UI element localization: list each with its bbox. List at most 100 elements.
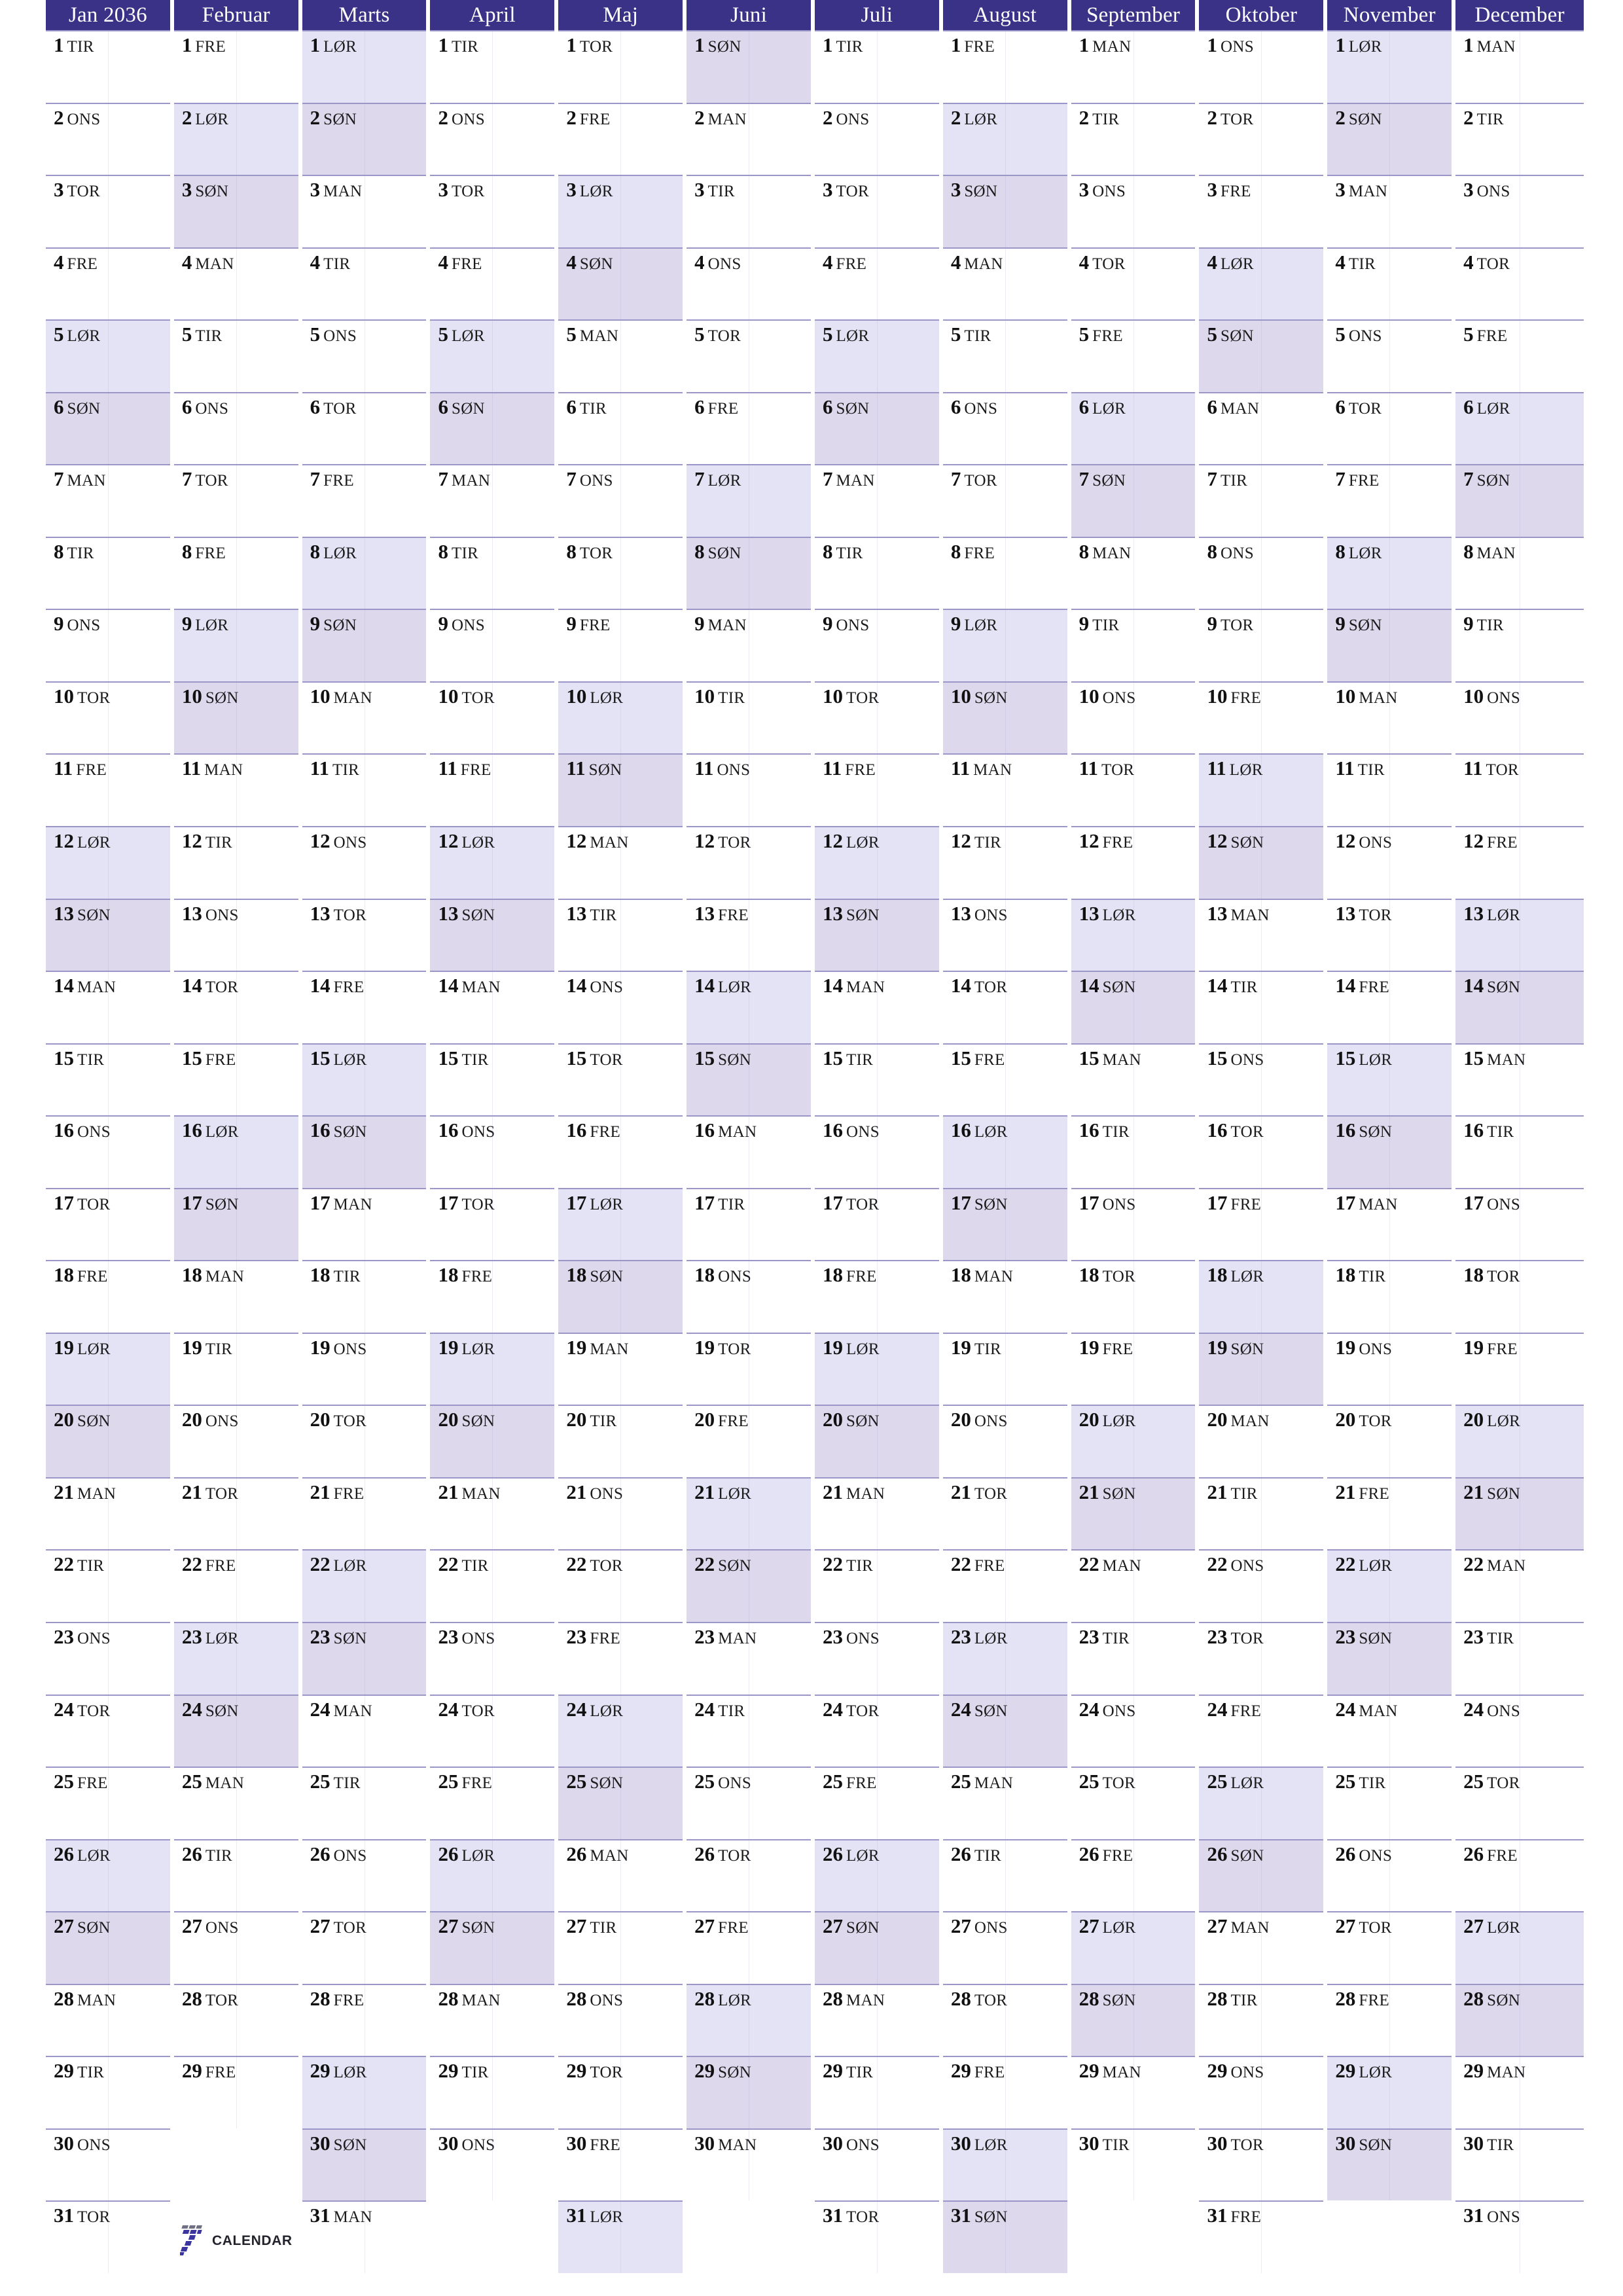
month-header[interactable]: Februar: [173, 0, 302, 30]
day-cell[interactable]: 15 ONS: [1199, 1043, 1324, 1116]
day-cell[interactable]: 21 FRE: [302, 1477, 427, 1550]
day-cell[interactable]: 2 FRE: [558, 102, 683, 175]
day-cell[interactable]: 20 SØN: [430, 1405, 555, 1477]
day-cell[interactable]: 18 MAN: [173, 1260, 298, 1333]
day-cell[interactable]: 14 FRE: [1327, 971, 1452, 1043]
day-cell[interactable]: 27 ONS: [173, 1911, 298, 1984]
day-cell[interactable]: 27 FRE: [687, 1911, 811, 1984]
day-cell[interactable]: 13 FRE: [687, 898, 811, 971]
day-cell[interactable]: 25 ONS: [687, 1767, 811, 1839]
day-cell[interactable]: 7 FRE: [302, 464, 427, 537]
day-cell[interactable]: 5 LØR: [46, 319, 170, 392]
day-cell[interactable]: 12 ONS: [1327, 826, 1452, 899]
day-cell[interactable]: 24 LØR: [558, 1694, 683, 1767]
day-cell[interactable]: 4 SØN: [558, 247, 683, 320]
day-cell[interactable]: 1 FRE: [942, 30, 1067, 103]
day-cell[interactable]: 17 TOR: [430, 1187, 555, 1261]
day-cell[interactable]: 1 MAN: [1455, 30, 1584, 103]
day-cell[interactable]: 30 MAN: [687, 2128, 811, 2201]
day-cell[interactable]: 2 SØN: [302, 102, 427, 175]
day-cell[interactable]: 20 TOR: [302, 1405, 427, 1477]
day-cell[interactable]: 3 SØN: [942, 175, 1067, 247]
day-cell[interactable]: 2 LØR: [173, 102, 298, 175]
day-cell[interactable]: 21 TIR: [1199, 1477, 1324, 1550]
month-header[interactable]: August: [942, 0, 1071, 30]
day-cell[interactable]: 26 LØR: [46, 1839, 170, 1912]
day-cell[interactable]: 3 TOR: [430, 175, 555, 247]
day-cell[interactable]: 17 TOR: [814, 1187, 939, 1261]
day-cell[interactable]: 14 TOR: [173, 971, 298, 1043]
day-cell[interactable]: 29 MAN: [1071, 2056, 1196, 2128]
day-cell[interactable]: 3 SØN: [173, 175, 298, 247]
day-cell[interactable]: 23 TIR: [1455, 1622, 1584, 1695]
day-cell[interactable]: 31 LØR: [558, 2200, 683, 2273]
day-cell[interactable]: 6 LØR: [1455, 391, 1584, 465]
day-cell[interactable]: 14 MAN: [46, 971, 170, 1043]
day-cell[interactable]: 5 ONS: [1327, 319, 1452, 392]
day-cell[interactable]: 28 LØR: [687, 1983, 811, 2056]
day-cell[interactable]: 17 ONS: [1071, 1187, 1196, 1261]
day-cell[interactable]: 7 MAN: [814, 464, 939, 537]
day-cell[interactable]: 3 ONS: [1071, 175, 1196, 247]
day-cell[interactable]: 24 SØN: [942, 1694, 1067, 1767]
day-cell[interactable]: 13 SØN: [430, 898, 555, 971]
day-cell[interactable]: 4 ONS: [687, 247, 811, 320]
day-cell[interactable]: 11 ONS: [687, 753, 811, 827]
day-cell[interactable]: 28 SØN: [1071, 1983, 1196, 2056]
day-cell[interactable]: 17 TOR: [46, 1187, 170, 1261]
day-cell[interactable]: 12 TIR: [942, 826, 1067, 899]
day-cell[interactable]: 12 FRE: [1071, 826, 1196, 899]
day-cell[interactable]: 15 SØN: [687, 1043, 811, 1116]
day-cell[interactable]: 3 FRE: [1199, 175, 1324, 247]
day-cell[interactable]: 22 TOR: [558, 1549, 683, 1623]
day-cell[interactable]: 7 TOR: [942, 464, 1067, 537]
day-cell[interactable]: 5 LØR: [430, 319, 555, 392]
day-cell[interactable]: 22 SØN: [687, 1549, 811, 1623]
day-cell[interactable]: 4 TIR: [1327, 247, 1452, 320]
day-cell[interactable]: 21 TOR: [173, 1477, 298, 1550]
day-cell[interactable]: 21 ONS: [558, 1477, 683, 1550]
day-cell[interactable]: 8 LØR: [302, 536, 427, 609]
day-cell[interactable]: 9 LØR: [942, 609, 1067, 681]
day-cell[interactable]: 22 FRE: [942, 1549, 1067, 1623]
day-cell[interactable]: 20 FRE: [687, 1405, 811, 1477]
day-cell[interactable]: 12 SØN: [1199, 826, 1324, 899]
day-cell[interactable]: 18 MAN: [942, 1260, 1067, 1333]
day-cell[interactable]: 10 SØN: [173, 681, 298, 754]
day-cell[interactable]: 22 LØR: [302, 1549, 427, 1623]
day-cell[interactable]: 28 SØN: [1455, 1983, 1584, 2056]
day-cell[interactable]: 13 ONS: [942, 898, 1067, 971]
day-cell[interactable]: 5 ONS: [302, 319, 427, 392]
day-cell[interactable]: 21 FRE: [1327, 1477, 1452, 1550]
day-cell[interactable]: 25 TIR: [1327, 1767, 1452, 1839]
day-cell[interactable]: 9 TIR: [1071, 609, 1196, 681]
day-cell[interactable]: 1 TIR: [46, 30, 170, 103]
day-cell[interactable]: 1 LØR: [302, 30, 427, 103]
day-cell[interactable]: 20 LØR: [1071, 1405, 1196, 1477]
day-cell[interactable]: 26 MAN: [558, 1839, 683, 1912]
day-cell[interactable]: 24 TOR: [430, 1694, 555, 1767]
day-cell[interactable]: 28 FRE: [302, 1983, 427, 2056]
day-cell[interactable]: 18 SØN: [558, 1260, 683, 1333]
day-cell[interactable]: 6 ONS: [173, 391, 298, 465]
day-cell[interactable]: 30 TIR: [1071, 2128, 1196, 2201]
day-cell[interactable]: 15 MAN: [1455, 1043, 1584, 1116]
day-cell[interactable]: 8 FRE: [942, 536, 1067, 609]
day-cell[interactable]: 27 TIR: [558, 1911, 683, 1984]
day-cell[interactable]: 30 SØN: [302, 2128, 427, 2201]
day-cell[interactable]: 27 TOR: [302, 1911, 427, 1984]
day-cell[interactable]: 1 TIR: [814, 30, 939, 103]
day-cell[interactable]: 23 SØN: [1327, 1622, 1452, 1695]
day-cell[interactable]: 1 MAN: [1071, 30, 1196, 103]
day-cell[interactable]: 25 FRE: [46, 1767, 170, 1839]
day-cell[interactable]: 29 TIR: [814, 2056, 939, 2128]
day-cell[interactable]: 12 LØR: [430, 826, 555, 899]
day-cell[interactable]: 16 TOR: [1199, 1115, 1324, 1188]
day-cell[interactable]: 4 TIR: [302, 247, 427, 320]
day-cell[interactable]: 28 TIR: [1199, 1983, 1324, 2056]
day-cell[interactable]: 8 LØR: [1327, 536, 1452, 609]
day-cell[interactable]: 2 TOR: [1199, 102, 1324, 175]
day-cell[interactable]: 5 SØN: [1199, 319, 1324, 392]
day-cell[interactable]: 9 TOR: [1199, 609, 1324, 681]
day-cell[interactable]: 28 MAN: [814, 1983, 939, 2056]
